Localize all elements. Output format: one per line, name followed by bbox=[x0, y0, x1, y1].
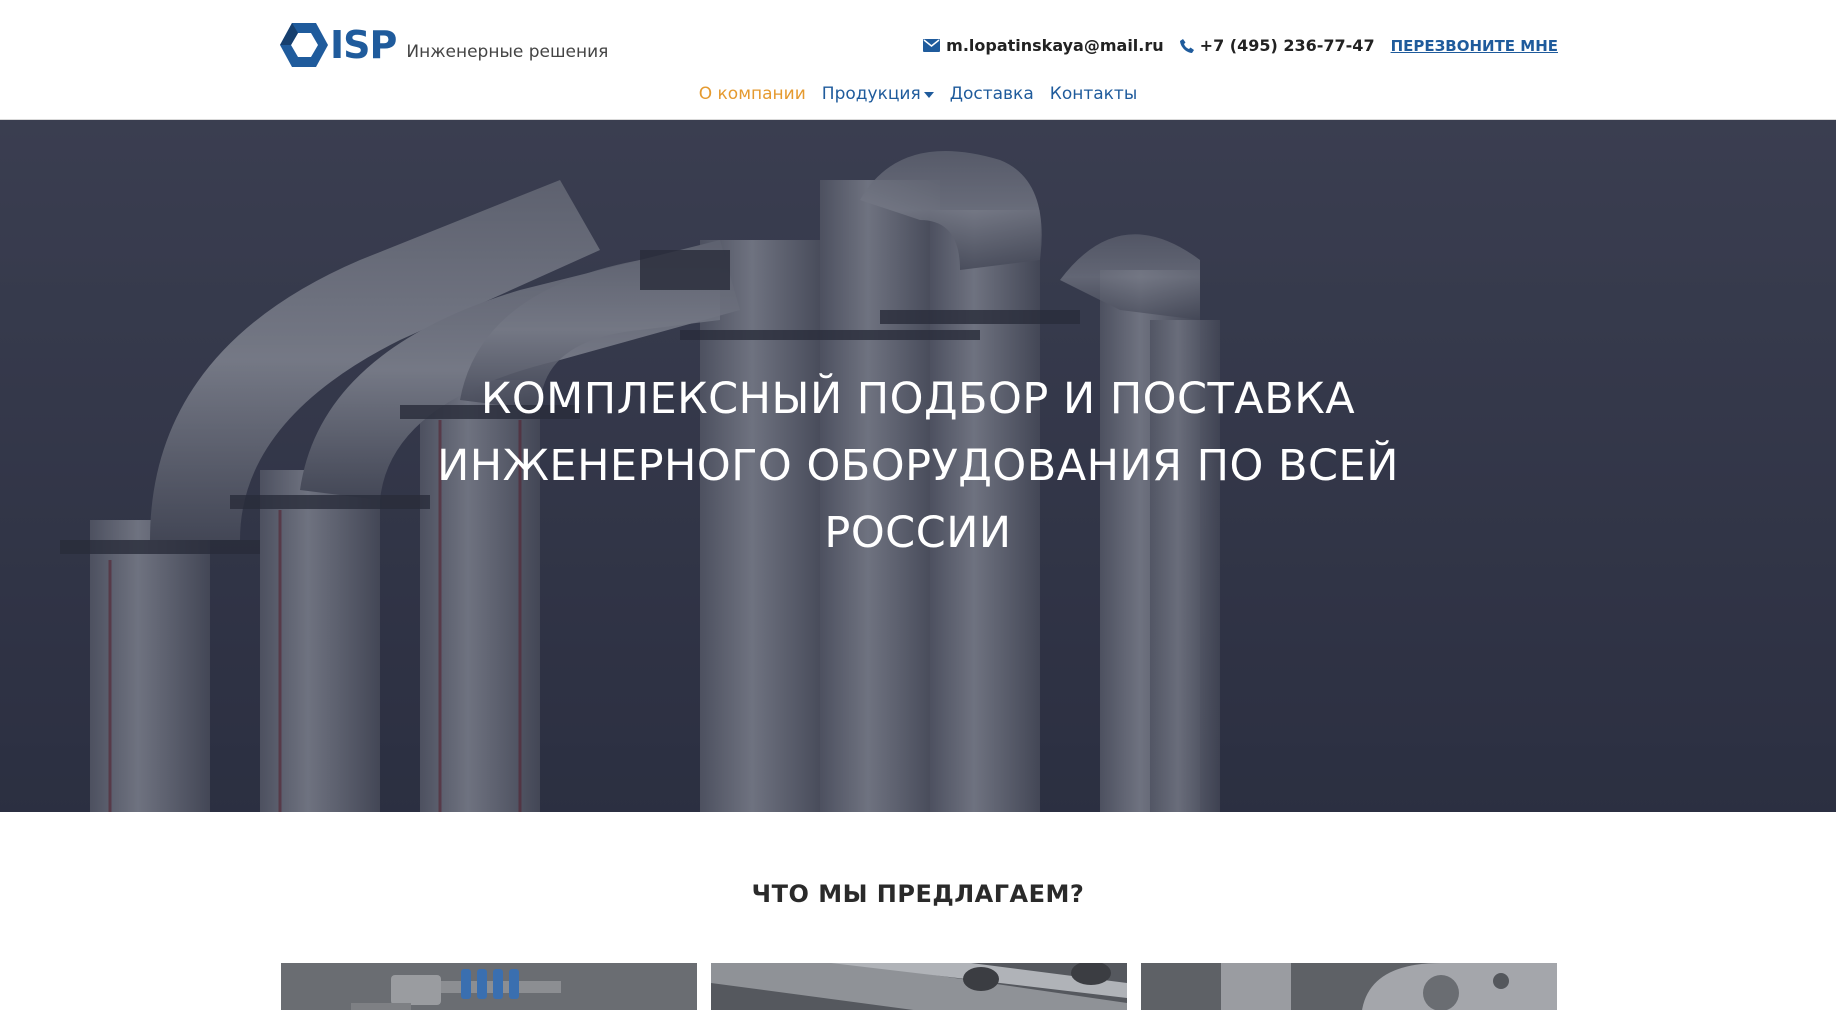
email-contact[interactable]: m.lopatinskaya@mail.ru bbox=[923, 36, 1164, 55]
nav-item-delivery[interactable]: Доставка bbox=[950, 84, 1034, 104]
tagline: Инженерные решения bbox=[406, 42, 609, 62]
product-card-valves[interactable] bbox=[281, 963, 697, 1010]
nav-label-delivery: Доставка bbox=[949, 84, 1034, 104]
envelope-icon bbox=[923, 39, 941, 52]
product-card-flanges[interactable] bbox=[1141, 963, 1557, 1010]
product-card-valves-image bbox=[281, 963, 697, 1010]
hero-title: КОМПЛЕКСНЫЙ ПОДБОР И ПОСТАВКА ИНЖЕНЕРНОГ… bbox=[437, 374, 1399, 558]
site-header: ISP Инженерные решения m.lopatinskaya@ma… bbox=[0, 0, 1836, 120]
nav-label-products: Продукция bbox=[821, 84, 921, 104]
phone-text: +7 (495) 236-77-47 bbox=[1199, 36, 1375, 55]
phone-icon bbox=[1179, 38, 1194, 53]
callback-link[interactable]: ПЕРЕЗВОНИТЕ МНЕ bbox=[1391, 37, 1558, 55]
nav-label-contacts: Контакты bbox=[1049, 84, 1138, 104]
logo-text: ISP bbox=[330, 23, 397, 67]
product-cards bbox=[281, 963, 1557, 1010]
header-contacts: m.lopatinskaya@mail.ru +7 (495) 236-77-4… bbox=[923, 36, 1558, 55]
caret-down-icon bbox=[923, 92, 934, 98]
nav-item-contacts[interactable]: Контакты bbox=[1050, 84, 1138, 104]
phone-contact[interactable]: +7 (495) 236-77-47 bbox=[1179, 36, 1375, 55]
product-card-flanges-image bbox=[1141, 963, 1557, 1010]
product-card-pipes-image bbox=[711, 963, 1127, 1010]
offer-section-title: ЧТО МЫ ПРЕДЛАГАЕМ? bbox=[751, 880, 1085, 908]
main-nav: О компании Продукция Доставка Контакты bbox=[0, 84, 1836, 104]
product-card-pipes[interactable] bbox=[711, 963, 1127, 1010]
hero-banner: КОМПЛЕКСНЫЙ ПОДБОР И ПОСТАВКА ИНЖЕНЕРНОГ… bbox=[0, 120, 1836, 812]
logo-mark-icon bbox=[280, 23, 328, 67]
nav-label-about: О компании bbox=[698, 84, 806, 104]
logo[interactable]: ISP Инженерные решения bbox=[278, 20, 608, 70]
nav-item-about[interactable]: О компании bbox=[699, 84, 806, 104]
nav-item-products[interactable]: Продукция bbox=[822, 84, 934, 104]
email-text: m.lopatinskaya@mail.ru bbox=[946, 36, 1164, 55]
